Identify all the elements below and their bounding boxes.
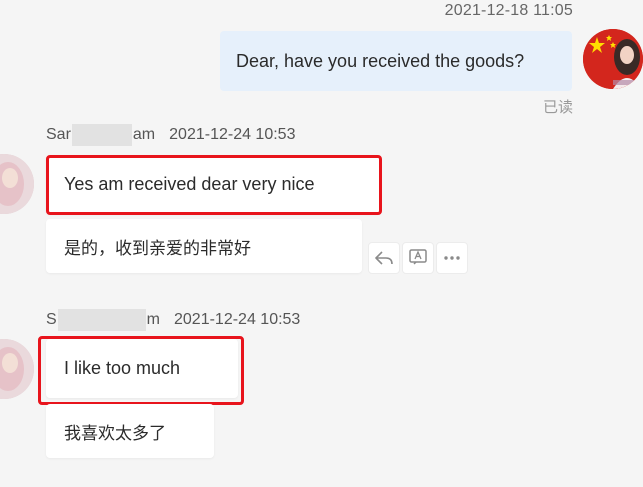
contact-avatar-image bbox=[0, 339, 34, 399]
message-bubble-translation[interactable]: 我喜欢太多了 bbox=[46, 404, 214, 458]
message-bubble-en[interactable]: Yes am received dear very nice bbox=[46, 155, 380, 214]
name-redaction bbox=[57, 309, 146, 331]
message-text-en: Yes am received dear very nice bbox=[64, 174, 315, 194]
message-actions bbox=[368, 242, 468, 274]
message-text-zh: 我喜欢太多了 bbox=[64, 423, 166, 443]
sender-name-prefix: Sar bbox=[46, 126, 71, 143]
message-timestamp: 2021-12-24 10:53 bbox=[169, 126, 296, 143]
name-redaction bbox=[71, 124, 132, 146]
message-text-en: I like too much bbox=[64, 358, 181, 378]
read-status: 已读 bbox=[542, 99, 573, 116]
translate-icon bbox=[409, 249, 427, 265]
sender-line: Sar am 2021-12-24 10:53 bbox=[46, 124, 295, 146]
china-flag-avatar-image bbox=[583, 29, 643, 89]
message-timestamp: 2021-12-24 10:53 bbox=[174, 311, 301, 328]
outgoing-message-bubble[interactable]: Dear, have you received the goods? bbox=[220, 31, 572, 91]
sender-name-prefix: S bbox=[46, 311, 57, 328]
message-bubble-translation[interactable]: 是的，收到亲爱的非常好 bbox=[46, 219, 362, 273]
message-text-zh: 是的，收到亲爱的非常好 bbox=[64, 238, 251, 258]
translate-button[interactable] bbox=[402, 242, 434, 274]
message-bubble-en[interactable]: I like too much bbox=[46, 339, 238, 398]
contact-avatar[interactable] bbox=[0, 154, 34, 214]
reply-button[interactable] bbox=[368, 242, 400, 274]
sender-name-suffix: m bbox=[146, 311, 160, 328]
outgoing-timestamp: 2021-12-18 11:05 bbox=[444, 2, 573, 19]
outgoing-message-text: Dear, have you received the goods? bbox=[236, 50, 525, 71]
more-icon bbox=[444, 256, 460, 260]
sender-line: Sm 2021-12-24 10:53 bbox=[46, 309, 300, 331]
reply-icon bbox=[375, 251, 393, 265]
more-button[interactable] bbox=[436, 242, 468, 274]
chat-window: 2021-12-18 11:05 Dear, have you received… bbox=[0, 0, 643, 487]
contact-avatar-image bbox=[0, 154, 34, 214]
my-avatar[interactable] bbox=[583, 29, 643, 89]
contact-avatar[interactable] bbox=[0, 339, 34, 399]
sender-name-suffix: am bbox=[132, 126, 156, 143]
